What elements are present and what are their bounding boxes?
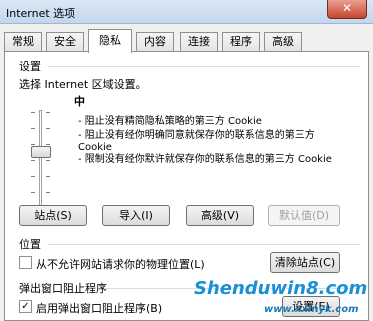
tab-content[interactable]: 内容 <box>136 32 174 52</box>
location-heading: 位置 <box>19 238 41 251</box>
tab-advanced[interactable]: 高级 <box>264 32 302 52</box>
advanced-button[interactable]: 高级(V) <box>186 205 254 226</box>
checkmark-icon: ✓ <box>21 301 30 312</box>
tab-connections[interactable]: 连接 <box>180 32 218 52</box>
close-button[interactable]: ✕ <box>327 0 367 19</box>
slider-thumb[interactable] <box>31 146 51 158</box>
description-2: - 阻止没有经你明确同意就保存你的联系信息的第三方 Cookie <box>78 130 315 153</box>
popup-checkbox-label: 启用弹出窗口阻止程序(B) <box>36 302 163 315</box>
popup-checkbox[interactable]: ✓ <box>19 300 32 313</box>
window-title: Internet 选项 <box>6 7 76 20</box>
watermark: Shenduwin8.com www.xxlnyk.com <box>194 278 373 321</box>
import-button[interactable]: 导入(I) <box>102 205 170 226</box>
sites-button[interactable]: 站点(S) <box>19 205 87 226</box>
watermark-url: www.xxlnyk.com <box>264 304 359 315</box>
popup-heading: 弹出窗口阻止程序 <box>19 282 107 295</box>
settings-divider <box>48 66 360 67</box>
tab-privacy[interactable]: 隐私 <box>88 29 132 53</box>
location-checkbox[interactable] <box>19 256 32 269</box>
zone-prompt: 选择 Internet 区域设置。 <box>19 78 147 91</box>
settings-heading: 设置 <box>19 60 41 73</box>
slider-track <box>39 110 42 208</box>
clear-sites-button[interactable]: 清除站点(C) <box>270 252 340 273</box>
description-1: - 阻止没有精简隐私策略的第三方 Cookie <box>78 116 262 127</box>
privacy-level: 中 <box>74 95 85 108</box>
watermark-brand: Shenduwin8.com <box>194 278 368 299</box>
default-button[interactable]: 默认值(D) <box>268 205 340 226</box>
tab-security[interactable]: 安全 <box>46 32 84 52</box>
close-icon: ✕ <box>341 1 353 15</box>
tab-programs[interactable]: 程序 <box>222 32 260 52</box>
description-3: - 限制没有经你默许就保存你的联系信息的第三方 Cookie <box>78 154 332 165</box>
location-checkbox-label: 从不允许网站请求你的物理位置(L) <box>36 258 205 271</box>
tab-general[interactable]: 常规 <box>4 32 42 52</box>
title-bar: Internet 选项 ✕ <box>0 0 373 24</box>
location-divider <box>48 244 360 245</box>
